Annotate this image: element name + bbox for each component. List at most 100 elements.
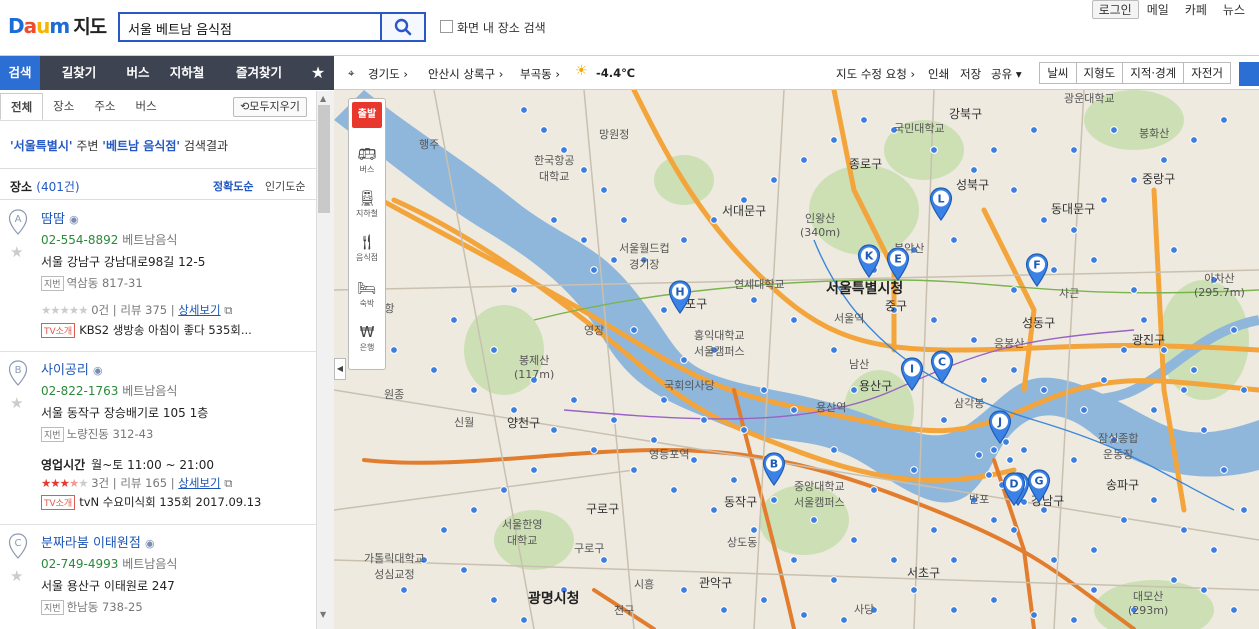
tool-bus[interactable]: 🚌︎ 버스 (349, 145, 385, 175)
poi-dot[interactable] (830, 576, 838, 584)
search-input[interactable]: 서울 베트남 음식점 (118, 12, 380, 42)
poi-dot[interactable] (500, 486, 508, 494)
poi-dot[interactable] (770, 496, 778, 504)
tab-search[interactable]: 검색 (0, 56, 40, 90)
poi-dot[interactable] (1220, 466, 1228, 474)
poi-dot[interactable] (470, 386, 478, 394)
poi-dot[interactable] (990, 146, 998, 154)
detail-link[interactable]: 상세보기 (178, 303, 220, 317)
poi-dot[interactable] (910, 466, 918, 474)
poi-dot[interactable] (680, 236, 688, 244)
poi-dot[interactable] (470, 506, 478, 514)
poi-dot[interactable] (460, 566, 468, 574)
poi-dot[interactable] (970, 166, 978, 174)
cafe-link[interactable]: 카페 (1177, 0, 1215, 19)
subtab-bus[interactable]: 버스 (126, 93, 167, 120)
place-name[interactable]: 분짜라붐 이태원점 ◉ (41, 532, 155, 551)
poi-dot[interactable] (1180, 386, 1188, 394)
poi-dot[interactable] (600, 556, 608, 564)
poi-dot[interactable] (520, 616, 528, 624)
mail-link[interactable]: 메일 (1139, 0, 1177, 19)
map-marker-f[interactable]: F (1025, 253, 1049, 287)
poi-dot[interactable] (1170, 246, 1178, 254)
poi-dot[interactable] (720, 606, 728, 614)
poi-dot[interactable] (520, 106, 528, 114)
map-marker-e[interactable]: E (886, 247, 910, 281)
poi-dot[interactable] (400, 586, 408, 594)
poi-dot[interactable] (620, 216, 628, 224)
poi-dot[interactable] (790, 316, 798, 324)
poi-dot[interactable] (1010, 186, 1018, 194)
search-button[interactable] (380, 12, 426, 42)
poi-dot[interactable] (1080, 406, 1088, 414)
poi-dot[interactable] (850, 386, 858, 394)
poi-dot[interactable] (930, 146, 938, 154)
poi-dot[interactable] (790, 406, 798, 414)
poi-dot[interactable] (1100, 376, 1108, 384)
map-type-terrain[interactable]: 지형도 (1075, 62, 1124, 84)
poi-dot[interactable] (1090, 586, 1098, 594)
poi-dot[interactable] (1070, 456, 1078, 464)
favorite-star-icon[interactable]: ★ (10, 243, 23, 261)
tool-bank[interactable]: ₩ 은행 (349, 323, 385, 353)
news-link[interactable]: 뉴스 (1215, 0, 1253, 19)
poi-dot[interactable] (1100, 196, 1108, 204)
map-marker-j[interactable]: J (988, 410, 1012, 444)
poi-dot[interactable] (950, 236, 958, 244)
map-type-weather[interactable]: 날씨 (1039, 62, 1077, 84)
poi-dot[interactable] (430, 366, 438, 374)
place-name[interactable]: 땀땀 ◉ (41, 208, 79, 227)
tool-lodging[interactable]: 🛏︎ 숙박 (349, 279, 385, 309)
poi-dot[interactable] (730, 476, 738, 484)
subtab-place[interactable]: 장소 (43, 93, 84, 120)
poi-dot[interactable] (1190, 136, 1198, 144)
poi-dot[interactable] (1130, 176, 1138, 184)
poi-dot[interactable] (1070, 616, 1078, 624)
poi-dot[interactable] (800, 156, 808, 164)
tab-favorites[interactable]: 즐겨찾기 (216, 56, 302, 90)
poi-dot[interactable] (1150, 406, 1158, 414)
map-marker-k[interactable]: K (857, 244, 881, 278)
print-button[interactable]: 인쇄 (928, 66, 949, 82)
poi-dot[interactable] (985, 471, 993, 479)
poi-dot[interactable] (670, 486, 678, 494)
poi-dot[interactable] (890, 556, 898, 564)
favorite-star-icon[interactable]: ★ (302, 56, 334, 90)
poi-dot[interactable] (660, 306, 668, 314)
poi-dot[interactable] (1200, 586, 1208, 594)
poi-dot[interactable] (980, 376, 988, 384)
list-item[interactable]: C ★ 분짜라붐 이태원점 ◉ 02-749-4993 베트남음식 서울 용산구… (0, 525, 316, 629)
share-button[interactable]: 공유 ▾ (991, 66, 1022, 82)
poi-dot[interactable] (870, 486, 878, 494)
daum-logo[interactable]: Daum 지도 (8, 12, 107, 39)
poi-dot[interactable] (690, 456, 698, 464)
poi-dot[interactable] (1090, 256, 1098, 264)
poi-dot[interactable] (600, 186, 608, 194)
map-marker-g[interactable]: G (1027, 469, 1051, 503)
map-type-cadastral[interactable]: 지적·경계 (1122, 62, 1185, 84)
collapse-panel-icon[interactable]: ◀ (334, 358, 346, 380)
poi-dot[interactable] (1210, 546, 1218, 554)
list-item[interactable]: A ★ 땀땀 ◉ 02-554-8892 베트남음식 서울 강남구 강남대로98… (0, 201, 316, 352)
poi-dot[interactable] (1170, 576, 1178, 584)
poi-dot[interactable] (610, 416, 618, 424)
poi-dot[interactable] (510, 286, 518, 294)
poi-dot[interactable] (630, 326, 638, 334)
poi-dot[interactable] (830, 446, 838, 454)
poi-dot[interactable] (800, 611, 808, 619)
region-dong[interactable]: 부곡동 › (520, 66, 560, 82)
save-button[interactable]: 저장 (960, 66, 981, 82)
map-type-bicycle[interactable]: 자전거 (1183, 62, 1231, 84)
poi-dot[interactable] (790, 556, 798, 564)
poi-dot[interactable] (1110, 126, 1118, 134)
poi-dot[interactable] (1006, 456, 1014, 464)
poi-dot[interactable] (770, 176, 778, 184)
poi-dot[interactable] (710, 506, 718, 514)
poi-dot[interactable] (1140, 316, 1148, 324)
tool-restaurant[interactable]: 🍴︎ 음식점 (349, 233, 385, 263)
poi-dot[interactable] (1120, 346, 1128, 354)
poi-dot[interactable] (550, 426, 558, 434)
poi-dot[interactable] (590, 446, 598, 454)
poi-dot[interactable] (750, 526, 758, 534)
poi-dot[interactable] (1030, 611, 1038, 619)
